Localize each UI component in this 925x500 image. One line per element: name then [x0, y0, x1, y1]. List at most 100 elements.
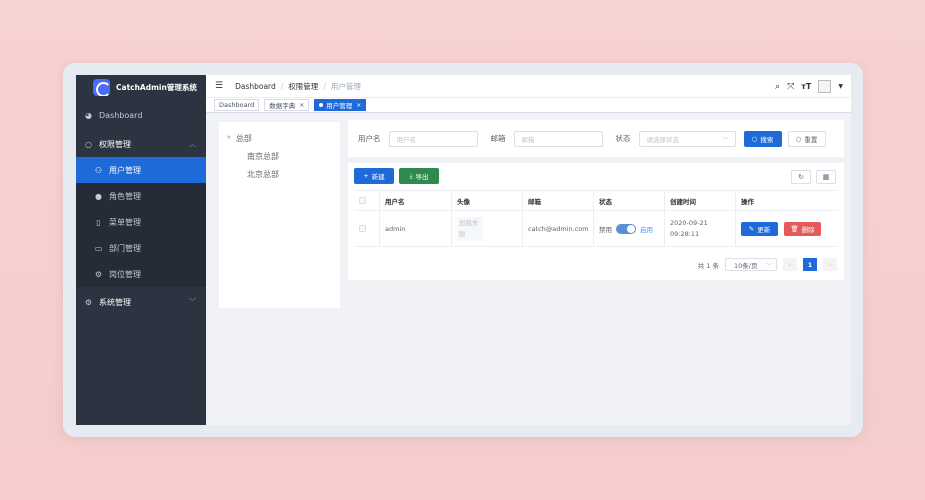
sidebar-item-permissions[interactable]: ○ 权限管理 ︿ — [76, 131, 206, 157]
tag-users[interactable]: 用户管理 × — [314, 99, 367, 111]
status-label: 状态 — [615, 134, 631, 143]
row-checkbox[interactable] — [359, 225, 366, 232]
email-input[interactable]: 邮箱 — [513, 130, 603, 147]
navbar-actions: ⌕ ⤧ тT ▼ — [775, 80, 843, 93]
logo: CatchAdmin管理系统 — [76, 75, 206, 99]
table-header-cell: 状态 — [594, 191, 665, 210]
monitor-icon: ▭ — [94, 243, 103, 253]
caret-down-icon[interactable]: ▼ — [838, 83, 843, 90]
header-checkbox-cell — [354, 191, 380, 210]
username-label: 用户名 — [358, 134, 381, 143]
tag-dashboard[interactable]: Dashboard — [214, 99, 260, 111]
sidebar-item-label: 用户管理 — [109, 165, 141, 175]
sidebar-item-label: 部门管理 — [109, 243, 141, 253]
users-table: 用户名 头像 邮箱 状态 创建时间 操作 admin 加载失败 catch@ad… — [354, 190, 838, 247]
close-icon[interactable]: × — [299, 102, 304, 109]
status-off-label: 禁用 — [599, 225, 612, 234]
refresh-icon: ○ — [795, 134, 802, 143]
table-header-cell: 邮箱 — [523, 191, 594, 210]
trash-icon: 🗑 — [790, 224, 799, 233]
table-header-cell: 用户名 — [380, 191, 452, 210]
sidebar-item-dashboard[interactable]: ◕ Dashboard — [76, 102, 206, 128]
update-button[interactable]: ✎ 更新 — [741, 221, 778, 236]
username-input[interactable]: 用户名 — [388, 130, 478, 147]
tree-node-root[interactable]: ▼ 总部 — [219, 129, 340, 147]
email-label: 邮箱 — [490, 134, 506, 143]
download-icon: ⤓ — [409, 171, 413, 180]
sidebar-item-menus[interactable]: ▯ 菜单管理 — [76, 209, 206, 235]
search-form: 用户名 用户名 邮箱 邮箱 状态 请选择状态 ﹀ ○ 搜索 ○ 重置 — [348, 120, 844, 157]
close-icon[interactable]: × — [356, 102, 361, 109]
reset-button-label: 重置 — [804, 135, 818, 144]
export-button[interactable]: ⤓ 导出 — [399, 168, 439, 184]
tag-label: Dashboard — [219, 101, 255, 109]
email-cell: catch@admin.com — [523, 211, 594, 246]
plus-icon: + — [363, 172, 369, 180]
logo-icon — [93, 78, 110, 96]
sidebar-item-label: 系统管理 — [99, 297, 131, 307]
gear-icon: ⚙ — [84, 297, 93, 307]
sidebar-item-jobs[interactable]: ⚙ 岗位管理 — [76, 261, 206, 287]
tag-dictionary[interactable]: 数据字典 × — [264, 99, 310, 111]
tag-label: 用户管理 — [326, 102, 353, 110]
breadcrumb-separator: / — [323, 81, 326, 91]
next-page-button[interactable]: › — [823, 258, 837, 271]
sidebar: CatchAdmin管理系统 ◕ Dashboard ○ 权限管理 ︿ ⚇ 用户… — [76, 75, 206, 425]
columns-button[interactable]: ▦ — [816, 170, 836, 184]
dashboard-icon: ◕ — [85, 110, 92, 120]
page-size-value: 10条/页 — [734, 261, 758, 270]
tags-view: Dashboard 数据字典 × 用户管理 × — [206, 98, 851, 113]
tree-node[interactable]: 北京总部 — [219, 165, 340, 183]
page-size-select[interactable]: 10条/页 ﹀ — [725, 258, 777, 271]
status-select[interactable]: 请选择状态 ﹀ — [638, 130, 736, 147]
font-size-icon[interactable]: тT — [801, 82, 811, 91]
search-button[interactable]: ○ 搜索 — [743, 130, 782, 147]
menu-fold-icon[interactable]: ☰ — [215, 81, 223, 91]
top-navbar: ☰ Dashboard / 权限管理 / 用户管理 ⌕ ⤧ тT ▼ — [206, 75, 851, 98]
tag-label: 数据字典 — [269, 102, 296, 110]
chevron-down-icon: ﹀ — [189, 298, 196, 306]
refresh-button[interactable]: ↻ — [791, 170, 811, 184]
tree-node[interactable]: 南京总部 — [219, 147, 340, 165]
search-icon: ○ — [751, 134, 758, 143]
sidebar-item-users[interactable]: ⚇ 用户管理 — [76, 157, 206, 183]
settings-icon: ⚙ — [94, 269, 103, 279]
avatar-load-failed: 加载失败 — [457, 216, 483, 241]
search-icon[interactable]: ⌕ — [775, 82, 780, 92]
prev-page-button[interactable]: ‹ — [783, 258, 797, 271]
sidebar-item-label: 岗位管理 — [109, 269, 141, 279]
page-number-current[interactable]: 1 — [803, 258, 817, 271]
app-window: CatchAdmin管理系统 ◕ Dashboard ○ 权限管理 ︿ ⚇ 用户… — [76, 75, 851, 425]
row-checkbox-cell — [354, 211, 380, 246]
reset-button[interactable]: ○ 重置 — [787, 130, 826, 147]
table-panel: + 新建 ⤓ 导出 ↻ ▦ 用户名 头像 邮箱 状态 创建时间 操作 admin — [348, 163, 844, 280]
pagination-total: 共 1 条 — [697, 261, 719, 270]
sidebar-item-label: 角色管理 — [109, 191, 141, 201]
username-cell: admin — [380, 211, 452, 246]
breadcrumb-item[interactable]: 权限管理 — [288, 81, 318, 92]
delete-button[interactable]: 🗑 删除 — [784, 221, 821, 236]
table-header-cell: 操作 — [741, 197, 754, 206]
add-user-button[interactable]: + 新建 — [354, 168, 394, 184]
lock-icon: ○ — [85, 139, 92, 149]
fullscreen-icon[interactable]: ⤧ — [787, 82, 794, 92]
export-button-label: 导出 — [415, 173, 429, 181]
sidebar-item-system[interactable]: ⚙ 系统管理 ﹀ — [76, 289, 206, 315]
caret-down-icon[interactable]: ▼ — [227, 135, 231, 141]
avatar[interactable] — [818, 80, 832, 93]
breadcrumb-current: 用户管理 — [330, 81, 361, 91]
select-all-checkbox[interactable] — [359, 197, 366, 204]
breadcrumb-item[interactable]: Dashboard — [235, 82, 276, 91]
bookmark-icon: ▯ — [96, 217, 101, 227]
sidebar-item-roles[interactable]: ● 角色管理 — [76, 183, 206, 209]
created-cell: 2020-09-21 09:28:11 — [665, 211, 736, 246]
sidebar-item-label: 权限管理 — [99, 139, 131, 149]
sidebar-item-departments[interactable]: ▭ 部门管理 — [76, 235, 206, 261]
app-title: CatchAdmin管理系统 — [116, 82, 197, 92]
table-row: admin 加载失败 catch@admin.com 禁用 启用 2020-09… — [354, 211, 838, 247]
sidebar-item-label: Dashboard — [99, 110, 143, 120]
tree-node-label: 南京总部 — [247, 151, 279, 161]
edit-icon: ✎ — [748, 224, 755, 233]
status-toggle[interactable] — [616, 223, 636, 234]
update-button-label: 更新 — [757, 225, 771, 234]
